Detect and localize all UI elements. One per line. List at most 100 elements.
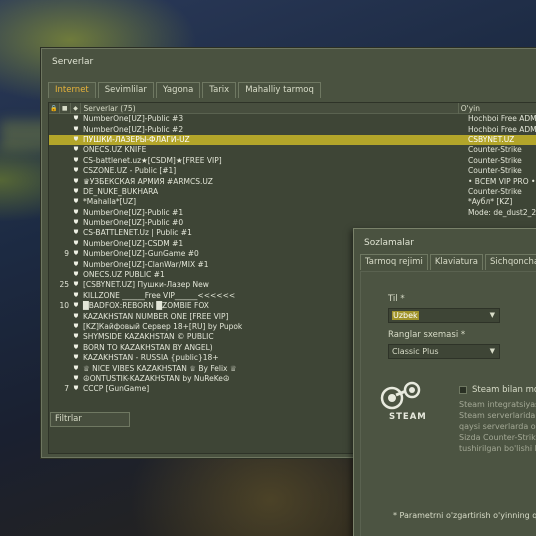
table-row[interactable]: ⛊ CS-battlenet.uz★[CSDM]★[FREE VIP] Counte… <box>49 156 536 166</box>
server-name: ♛УЗБЕКСКАЯ АРМИЯ #ARMCS.UZ <box>83 176 213 186</box>
chevron-down-icon: ▼ <box>489 347 495 355</box>
server-name: CSZONE.UZ - Public [#1] <box>83 166 177 176</box>
restart-footnote: * Parametrni o'zgartirish o'yinning qa <box>393 511 536 520</box>
table-row[interactable]: ⛊ NumberOne[UZ]-Public #2 Hochboi Free ADM <box>49 124 536 134</box>
shield-icon: ⛊ <box>73 281 79 289</box>
shield-icon: ⛊ <box>73 198 79 206</box>
shield-icon: ⛊ <box>73 146 79 154</box>
table-row[interactable]: ⛊ ♛УЗБЕКСКАЯ АРМИЯ #ARMCS.UZ • ВСЕМ VIP PR… <box>49 176 536 186</box>
server-name: ONECS.UZ KNIFE <box>83 145 147 155</box>
server-game: Counter-Strike <box>468 186 522 196</box>
server-tabs: Internet Sevimlilar Yagona Tarix Mahalli… <box>48 82 323 98</box>
table-row[interactable]: ⛊ NumberOne[UZ]-Public #0 <box>49 218 536 228</box>
color-scheme-label: Ranglar sxemasi * <box>388 330 466 340</box>
column-header-servers[interactable]: Serverlar (75) <box>81 102 459 114</box>
steam-description-line: Sizda Counter-Strike <box>459 433 536 442</box>
server-name: CS-battlenet.uz★[CSDM]★[FREE VIP] <box>83 155 222 165</box>
table-row[interactable]: ⛊ *Mahalla*[UZ] *Ayбл* [KZ] <box>49 197 536 207</box>
shield-icon: ⛊ <box>73 323 79 330</box>
table-row[interactable]: ⛊ CSZONE.UZ - Public [#1] Counter-Strike <box>49 166 536 176</box>
filters-button[interactable]: Filtrlar <box>50 412 130 427</box>
table-row[interactable]: ⛊ ONECS.UZ KNIFE Counter-Strike <box>49 145 536 155</box>
shield-icon: ⛊ <box>73 167 79 175</box>
column-header-game[interactable]: O'yin <box>459 103 536 114</box>
steam-compat-label: Steam bilan mosli <box>472 385 536 395</box>
shield-icon: ⛊ <box>73 364 79 372</box>
shield-icon: ⛊ <box>73 312 79 320</box>
steam-description-line: tushirilgan bo'lishi ke <box>459 444 536 453</box>
steam-compat-checkbox[interactable] <box>459 386 467 394</box>
shield-icon: ⛊ <box>73 239 79 247</box>
steam-description-line: Steam integratsiyasin <box>459 400 536 409</box>
shield-icon: ⛊ <box>73 187 79 195</box>
shield-icon: ⛊ <box>73 343 79 351</box>
tab-network-mode[interactable]: Tarmoq rejimi <box>360 254 428 270</box>
window-title: Serverlar <box>52 57 94 67</box>
settings-body: Til * Uzbek ▼ Ranglar sxemasi * Classic … <box>360 271 536 536</box>
shield-icon: ⛊ <box>73 208 79 216</box>
shield-icon: ⛊ <box>73 135 79 143</box>
tab-history[interactable]: Tarix <box>202 82 237 98</box>
steam-description-line: Steam serverlarida o <box>459 411 536 420</box>
server-list-header: 🔒 ■ ◆ Serverlar (75) O'yin <box>49 102 536 114</box>
table-row[interactable]: ⛊ ПУШКИ-ЛАЗЕРЫ-ФЛАГИ-UZ CSBYNET.UZ <box>49 134 536 146</box>
shield-icon: ⛊ <box>73 271 79 279</box>
player-count: 10 <box>59 301 69 311</box>
server-game: • ВСЕМ VIP PRO • <box>468 176 536 186</box>
color-scheme-value: Classic Plus <box>392 347 439 356</box>
steam-description: Steam integratsiyasin Steam serverlarida… <box>459 399 536 454</box>
settings-dialog: Sozlamalar Tarmoq rejimi Klaviatura Sich… <box>353 228 536 536</box>
player-count: 9 <box>64 249 69 259</box>
shield-icon: ⛊ <box>73 177 79 185</box>
server-game: *Ayбл* [KZ] <box>468 197 513 207</box>
tab-local-network[interactable]: Mahalliy tarmoq <box>238 82 321 98</box>
tab-lan-single[interactable]: Yagona <box>155 82 201 98</box>
server-name: NumberOne[UZ]-Public #3 <box>83 114 184 124</box>
tab-keyboard[interactable]: Klaviatura <box>429 254 483 270</box>
shield-icon: ⛊ <box>73 229 79 237</box>
steam-logo-text: STEAM <box>389 412 427 422</box>
server-name: NumberOne[UZ]-Public #0 <box>83 218 184 228</box>
table-row[interactable]: ⛊ DE_NUKE_BUKHARA Counter-Strike <box>49 187 536 197</box>
shield-icon: ⛊ <box>73 374 79 382</box>
shield-icon: ⛊ <box>73 260 79 268</box>
server-name: *Mahalla*[UZ] <box>83 197 137 207</box>
lock-icon[interactable]: 🔒 <box>49 102 60 114</box>
shield-icon: ⛊ <box>73 250 79 258</box>
shield-icon: ⛊ <box>73 333 79 341</box>
shield-icon[interactable]: ◆ <box>71 102 82 114</box>
shield-icon: ⛊ <box>73 115 79 123</box>
language-label: Til * <box>388 294 405 304</box>
shield-icon: ⛊ <box>73 125 79 133</box>
tab-mouse[interactable]: Sichqoncha <box>485 254 536 270</box>
steam-description-line: qaysi serverlarda o'y <box>459 422 536 431</box>
server-game: Mode: de_dust2_2x <box>468 207 536 217</box>
player-count: 7 <box>64 384 69 394</box>
server-name: ПУШКИ-ЛАЗЕРЫ-ФЛАГИ-UZ <box>83 134 190 144</box>
server-game: Counter-Strike <box>468 155 522 165</box>
language-select[interactable]: Uzbek ▼ <box>388 308 500 323</box>
table-row[interactable]: ⛊ NumberOne[UZ]-Public #1 Mode: de_dust2_2… <box>49 208 536 218</box>
dialog-title: Sozlamalar <box>364 238 414 248</box>
tab-favorites[interactable]: Sevimlilar <box>97 82 154 98</box>
settings-tabs: Tarmoq rejimi Klaviatura Sichqoncha <box>360 254 536 270</box>
password-col-icon[interactable]: ■ <box>60 102 71 114</box>
shield-icon: ⛊ <box>73 385 79 393</box>
tab-internet[interactable]: Internet <box>48 82 96 98</box>
server-name: NumberOne[UZ]-Public #2 <box>83 124 184 134</box>
player-count: 25 <box>59 280 69 290</box>
server-game: CSBYNET.UZ <box>468 134 515 144</box>
shield-icon: ⛊ <box>73 156 79 164</box>
server-name: DE_NUKE_BUKHARA <box>83 186 159 196</box>
shield-icon: ⛊ <box>73 291 79 299</box>
server-game: Counter-Strike <box>468 145 522 155</box>
server-game: Hochboi Free ADM <box>468 124 536 134</box>
table-row[interactable]: ⛊ NumberOne[UZ]-Public #3 Hochboi Free ADM <box>49 114 536 124</box>
shield-icon: ⛊ <box>73 219 79 227</box>
color-scheme-select[interactable]: Classic Plus ▼ <box>388 344 500 359</box>
chevron-down-icon: ▼ <box>489 311 495 319</box>
server-game: Counter-Strike <box>468 166 522 176</box>
server-game: Hochboi Free ADM <box>468 114 536 124</box>
server-name: NumberOne[UZ]-Public #1 <box>83 207 184 217</box>
shield-icon: ⛊ <box>73 354 79 362</box>
